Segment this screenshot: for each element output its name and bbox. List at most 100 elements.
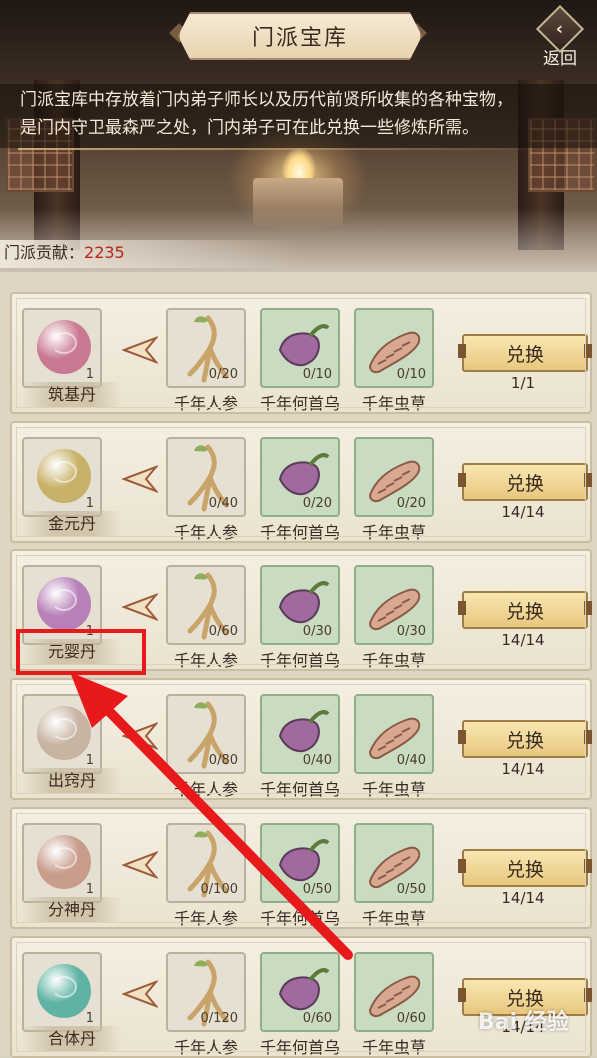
ginseng-name: 千年人参 bbox=[173, 523, 238, 542]
chongcao-count: 0/20 bbox=[396, 496, 426, 511]
product-count: 1 bbox=[85, 496, 94, 511]
arrow-left-icon bbox=[122, 851, 158, 879]
back-button[interactable]: ‹ 返回 bbox=[535, 4, 585, 69]
heshouwu-slot[interactable]: 0/30 bbox=[260, 565, 340, 645]
stock-count: 14/14 bbox=[501, 631, 545, 649]
description-line-1: 门派宝库中存放着门内弟子师长以及历代前贤所收集的各种宝物， bbox=[20, 90, 513, 110]
highlight-box bbox=[16, 629, 146, 675]
description-line-2: 是门内守卫最森严之处，门内弟子可在此兑换一些修炼所需。 bbox=[20, 118, 479, 138]
chongcao-name: 千年虫草 bbox=[361, 780, 426, 799]
product-name: 合体丹 bbox=[22, 1026, 122, 1052]
ginseng-count: 0/20 bbox=[208, 367, 238, 382]
pill-icon bbox=[37, 706, 91, 760]
exchange-button[interactable]: 兑换 bbox=[458, 849, 592, 887]
chongcao-count: 0/60 bbox=[396, 1011, 426, 1026]
chongcao-slot[interactable]: 0/50 bbox=[354, 823, 434, 903]
arrow-left-icon bbox=[122, 980, 158, 1008]
product-slot[interactable]: 1 bbox=[22, 694, 102, 774]
heshouwu-name: 千年何首乌 bbox=[259, 780, 340, 799]
ginseng-slot[interactable]: 0/100 bbox=[166, 823, 246, 903]
chongcao-count: 0/10 bbox=[396, 367, 426, 382]
chongcao-slot[interactable]: 0/20 bbox=[354, 437, 434, 517]
ginseng-count: 0/100 bbox=[200, 882, 238, 897]
pill-icon bbox=[37, 835, 91, 889]
exchange-row: 1 合体丹 0/120 0/60 0/60 千年人参 千年何首乌 千年虫草 兑换… bbox=[10, 936, 592, 1058]
heshouwu-slot[interactable]: 0/60 bbox=[260, 952, 340, 1032]
chongcao-name: 千年虫草 bbox=[361, 909, 426, 928]
stock-count: 14/14 bbox=[501, 760, 545, 778]
exchange-button[interactable]: 兑换 bbox=[458, 334, 592, 372]
ginseng-name: 千年人参 bbox=[173, 651, 238, 670]
heshouwu-slot[interactable]: 0/40 bbox=[260, 694, 340, 774]
ginseng-count: 0/120 bbox=[200, 1011, 238, 1026]
ginseng-name: 千年人参 bbox=[173, 909, 238, 928]
ginseng-count: 0/40 bbox=[208, 496, 238, 511]
chongcao-slot[interactable]: 0/40 bbox=[354, 694, 434, 774]
stock-count: 14/14 bbox=[501, 889, 545, 907]
chongcao-name: 千年虫草 bbox=[361, 523, 426, 542]
heshouwu-count: 0/50 bbox=[302, 882, 332, 897]
arrow-left-icon bbox=[122, 722, 158, 750]
product-slot[interactable]: 1 bbox=[22, 308, 102, 388]
ginseng-name: 千年人参 bbox=[173, 1038, 238, 1057]
exchange-row: 1 筑基丹 0/20 0/10 0/10 千年人参 千年何首乌 千年虫草 兑换 … bbox=[10, 292, 592, 414]
chongcao-slot[interactable]: 0/60 bbox=[354, 952, 434, 1032]
ginseng-slot[interactable]: 0/40 bbox=[166, 437, 246, 517]
ginseng-slot[interactable]: 0/80 bbox=[166, 694, 246, 774]
exchange-button[interactable]: 兑换 bbox=[458, 720, 592, 758]
exchange-row: 1 金元丹 0/40 0/20 0/20 千年人参 千年何首乌 千年虫草 兑换 … bbox=[10, 421, 592, 543]
exchange-row: 1 分神丹 0/100 0/50 0/50 千年人参 千年何首乌 千年虫草 兑换… bbox=[10, 807, 592, 929]
heshouwu-slot[interactable]: 0/50 bbox=[260, 823, 340, 903]
product-count: 1 bbox=[85, 882, 94, 897]
watermark: Bai 经验 bbox=[478, 1010, 569, 1035]
chongcao-slot[interactable]: 0/30 bbox=[354, 565, 434, 645]
pill-icon bbox=[37, 449, 91, 503]
heshouwu-name: 千年何首乌 bbox=[259, 651, 340, 670]
heshouwu-name: 千年何首乌 bbox=[259, 909, 340, 928]
chongcao-count: 0/30 bbox=[396, 624, 426, 639]
ginseng-name: 千年人参 bbox=[173, 394, 238, 413]
chongcao-name: 千年虫草 bbox=[361, 1038, 426, 1057]
page-title-banner: 门派宝库 bbox=[178, 12, 422, 60]
product-name: 出窍丹 bbox=[22, 768, 122, 794]
ginseng-slot[interactable]: 0/60 bbox=[166, 565, 246, 645]
page-title: 门派宝库 bbox=[251, 26, 348, 51]
chongcao-name: 千年虫草 bbox=[361, 651, 426, 670]
heshouwu-name: 千年何首乌 bbox=[259, 394, 340, 413]
chongcao-slot[interactable]: 0/10 bbox=[354, 308, 434, 388]
ginseng-count: 0/80 bbox=[208, 753, 238, 768]
heshouwu-slot[interactable]: 0/10 bbox=[260, 308, 340, 388]
contribution-value: 2235 bbox=[84, 243, 125, 262]
chongcao-name: 千年虫草 bbox=[361, 394, 426, 413]
product-slot[interactable]: 1 bbox=[22, 952, 102, 1032]
heshouwu-count: 0/10 bbox=[302, 367, 332, 382]
heshouwu-name: 千年何首乌 bbox=[259, 523, 340, 542]
exchange-button[interactable]: 兑换 bbox=[458, 591, 592, 629]
product-count: 1 bbox=[85, 367, 94, 382]
product-slot[interactable]: 1 bbox=[22, 823, 102, 903]
ginseng-slot[interactable]: 0/20 bbox=[166, 308, 246, 388]
heshouwu-count: 0/40 bbox=[302, 753, 332, 768]
contribution-label: 门派贡献： bbox=[4, 243, 85, 262]
ginseng-count: 0/60 bbox=[208, 624, 238, 639]
arrow-left-icon bbox=[122, 593, 158, 621]
heshouwu-count: 0/60 bbox=[302, 1011, 332, 1026]
chongcao-count: 0/40 bbox=[396, 753, 426, 768]
product-count: 1 bbox=[85, 1011, 94, 1026]
product-name: 金元丹 bbox=[22, 511, 122, 537]
product-name: 分神丹 bbox=[22, 897, 122, 923]
pill-icon bbox=[37, 577, 91, 631]
heshouwu-slot[interactable]: 0/20 bbox=[260, 437, 340, 517]
treasury-header: 门派宝库 ‹ 返回 门派宝库中存放着门内弟子师长以及历代前贤所收集的各种宝物， … bbox=[0, 0, 597, 272]
stock-count: 14/14 bbox=[501, 503, 545, 521]
product-name: 筑基丹 bbox=[22, 382, 122, 408]
exchange-button[interactable]: 兑换 bbox=[458, 463, 592, 501]
arrow-left-icon bbox=[122, 465, 158, 493]
treasury-description: 门派宝库中存放着门内弟子师长以及历代前贤所收集的各种宝物， 是门内守卫最森严之处… bbox=[0, 84, 597, 148]
heshouwu-count: 0/20 bbox=[302, 496, 332, 511]
product-slot[interactable]: 1 bbox=[22, 437, 102, 517]
ginseng-slot[interactable]: 0/120 bbox=[166, 952, 246, 1032]
divider bbox=[18, 148, 558, 150]
contribution-display: 门派贡献：2235 bbox=[0, 240, 304, 268]
ginseng-name: 千年人参 bbox=[173, 780, 238, 799]
